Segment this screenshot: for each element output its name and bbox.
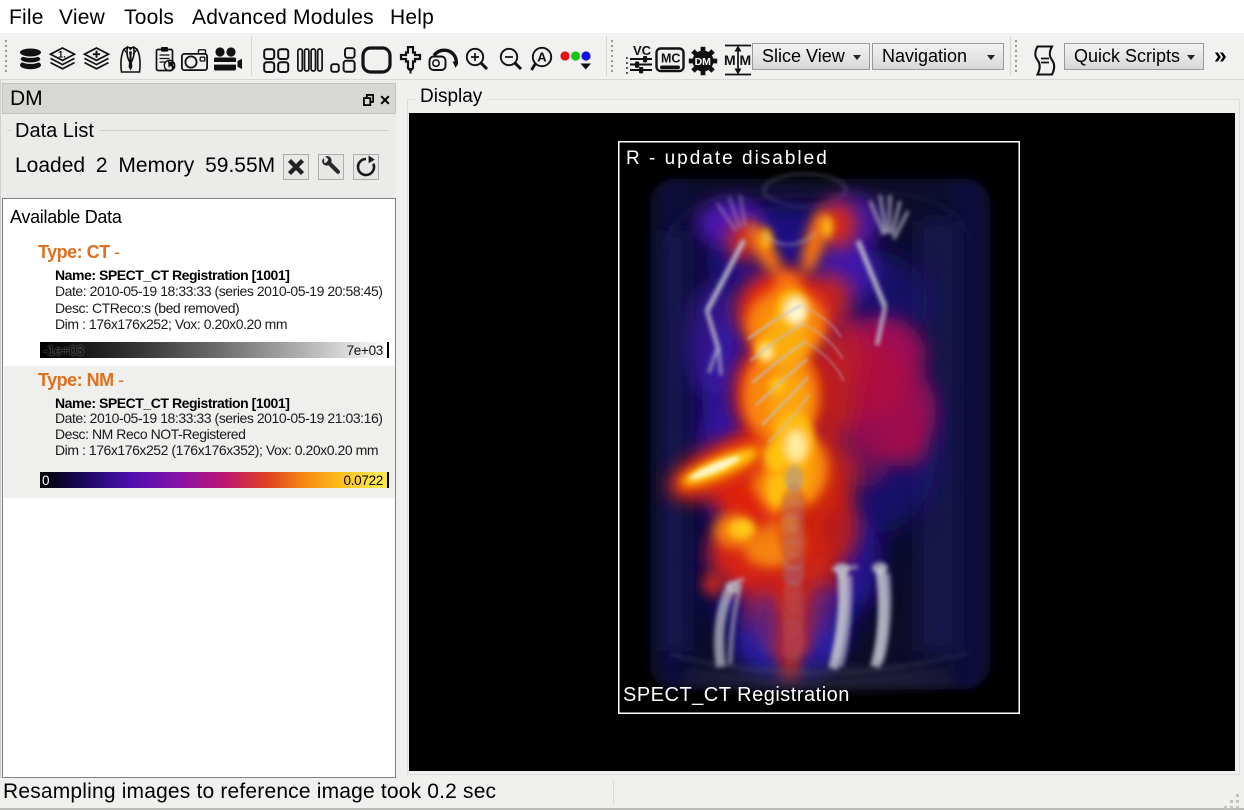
svg-text:M: M	[724, 52, 736, 68]
svg-text:R - update disabled: R - update disabled	[626, 148, 829, 169]
svg-text:M: M	[740, 52, 752, 68]
svg-text:A: A	[537, 50, 547, 65]
svg-text:DM: DM	[695, 56, 712, 68]
svg-text:VC: VC	[633, 43, 652, 58]
svg-text:1.: 1.	[58, 50, 66, 61]
svg-text:MC: MC	[661, 52, 680, 66]
svg-text:SPECT_CT Registration: SPECT_CT Registration	[623, 684, 850, 706]
